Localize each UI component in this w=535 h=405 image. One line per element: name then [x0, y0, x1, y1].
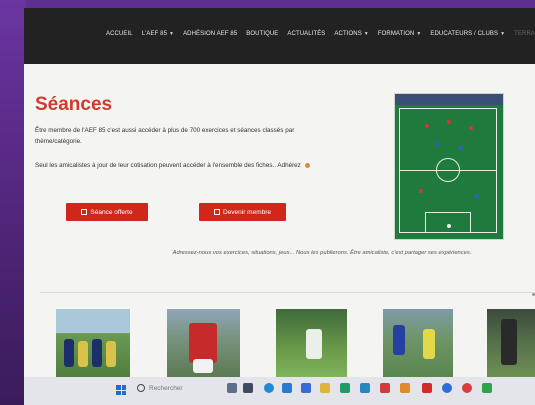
gallery-photo[interactable] — [56, 309, 130, 377]
player-marker — [425, 124, 429, 128]
devenir-membre-button[interactable]: Devenir membre — [199, 203, 286, 221]
nav-item-label: ACTUALITÉS — [287, 31, 326, 37]
gallery-photo[interactable] — [487, 309, 535, 377]
app-icon[interactable] — [400, 383, 410, 393]
nav-links: ACCUEIL L'AEF 85 ▼ ADHÉSION AEF 85 BOUTIQUE A… — [106, 31, 535, 37]
player-figure — [92, 339, 102, 367]
nav-item[interactable]: ACCUEIL — [106, 31, 133, 37]
player-figure — [306, 329, 322, 359]
nav-item[interactable]: BOUTIQUE — [246, 31, 278, 37]
pitch-penalty-box — [425, 212, 471, 233]
player-figure — [106, 341, 116, 367]
search-icon[interactable] — [137, 384, 145, 392]
widgets-icon[interactable] — [227, 383, 237, 393]
nav-item[interactable]: ACTUALITÉS — [287, 31, 325, 37]
members-text: Seul les amicalistes à jour de leur coti… — [35, 160, 355, 171]
nav-item-label: FORMATION — [377, 31, 415, 37]
browser-viewport: ACCUEIL L'AEF 85 ▼ ADHÉSION AEF 85 BOUTIQUE A… — [24, 8, 535, 405]
player-figure — [393, 325, 405, 355]
edit-icon — [81, 209, 88, 215]
site-navbar: ACCUEIL L'AEF 85 ▼ ADHÉSION AEF 85 BOUTIQUE A… — [24, 8, 535, 64]
nav-item-label: ADHÉSION AEF 85 — [183, 31, 238, 37]
members-text-content: Seul les amicalistes à jour de leur coti… — [35, 162, 301, 169]
chevron-down-icon: ▼ — [500, 31, 506, 37]
nav-item-label: TERRA — [514, 31, 535, 37]
page-title: Séances — [35, 94, 113, 115]
pitch-center-circle — [436, 158, 460, 182]
player-figure — [78, 341, 88, 367]
nav-item-label: BOUTIQUE — [246, 31, 279, 37]
emoji-icon — [304, 162, 310, 168]
nav-item[interactable]: TERRA — [514, 31, 535, 37]
player-marker — [447, 224, 451, 228]
app-icon[interactable] — [360, 383, 370, 393]
player-marker — [447, 120, 451, 124]
share-caption: Adressez-nous vos exercices, situations,… — [172, 250, 472, 256]
nav-item[interactable]: L'AEF 85 ▼ — [142, 31, 174, 37]
section-divider — [40, 292, 535, 293]
devenir-membre-label: Devenir membre — [222, 208, 272, 216]
nav-item-label: ACCUEIL — [106, 31, 133, 37]
store-icon[interactable] — [282, 383, 292, 393]
tactic-board-header — [395, 94, 503, 105]
player-marker — [469, 126, 473, 130]
windows-start-icon[interactable] — [116, 385, 126, 395]
tactic-board-image — [394, 93, 504, 240]
monitor-bezel-left — [0, 0, 26, 405]
gallery-photo[interactable] — [276, 309, 347, 377]
folder-icon[interactable] — [320, 383, 330, 393]
edge-icon[interactable] — [264, 383, 274, 393]
player-figure — [501, 319, 517, 365]
nav-item[interactable]: EDUCATEURS / CLUBS ▼ — [430, 31, 505, 37]
seance-offerte-button[interactable]: Séance offerte — [66, 203, 148, 221]
app-icon[interactable] — [380, 383, 390, 393]
app-icon[interactable] — [340, 383, 350, 393]
player-figure — [189, 323, 217, 363]
chevron-down-icon: ▼ — [169, 31, 175, 37]
player-marker — [435, 142, 439, 146]
app-icon[interactable] — [482, 383, 492, 393]
player-figure — [64, 339, 74, 367]
seance-offerte-label: Séance offerte — [90, 208, 133, 216]
chevron-down-icon: ▼ — [416, 31, 422, 37]
mail-icon[interactable] — [301, 383, 311, 393]
nav-item[interactable]: ACTIONS ▼ — [334, 31, 368, 37]
nav-item-label: L'AEF 85 — [141, 31, 168, 37]
player-marker — [475, 194, 479, 198]
player-marker — [419, 189, 423, 193]
youtube-icon[interactable] — [422, 383, 432, 393]
edit-icon — [213, 209, 220, 215]
gallery-photo[interactable] — [383, 309, 453, 377]
nav-item-label: ACTIONS — [334, 31, 362, 37]
player-figure — [193, 359, 213, 373]
gallery-photo[interactable] — [167, 309, 240, 377]
nav-item[interactable]: FORMATION ▼ — [378, 31, 422, 37]
app-icon[interactable] — [462, 383, 472, 393]
windows-taskbar: Rechercher — [24, 377, 535, 405]
taskbar-search-label[interactable]: Rechercher — [149, 385, 183, 392]
task-view-icon[interactable] — [243, 383, 253, 393]
nav-item-label: EDUCATEURS / CLUBS — [430, 31, 499, 37]
chevron-down-icon: ▼ — [363, 31, 369, 37]
app-icon[interactable] — [442, 383, 452, 393]
intro-text: Être membre de l'AEF 85 c'est aussi accé… — [35, 127, 295, 145]
player-marker — [459, 146, 463, 150]
player-figure — [423, 329, 435, 359]
nav-item[interactable]: ADHÉSION AEF 85 — [183, 31, 237, 37]
